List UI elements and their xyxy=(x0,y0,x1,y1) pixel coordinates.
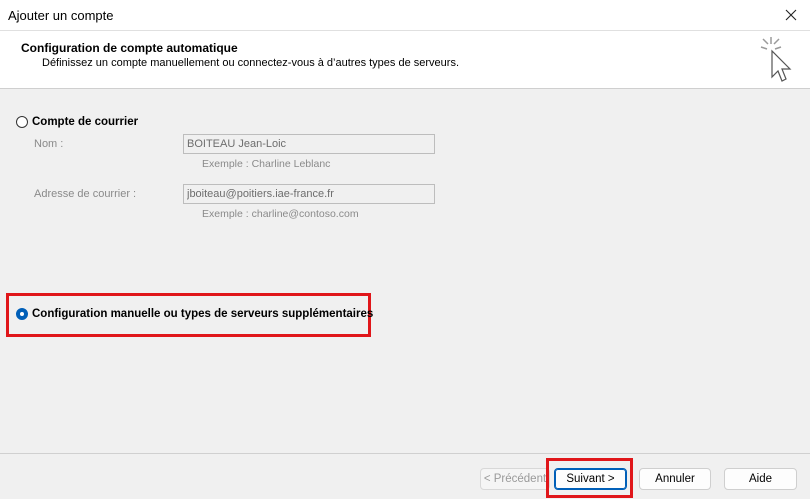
title-bar: Ajouter un compte xyxy=(0,0,810,31)
name-label: Nom : xyxy=(34,138,64,150)
header-title: Configuration de compte automatique xyxy=(21,41,238,55)
dialog-header: Configuration de compte automatique Défi… xyxy=(0,31,810,89)
email-account-option[interactable]: Compte de courrier xyxy=(16,116,138,128)
manual-config-label: Configuration manuelle ou types de serve… xyxy=(32,308,374,320)
close-button[interactable] xyxy=(778,3,804,27)
name-field[interactable] xyxy=(183,134,435,154)
email-label: Adresse de courrier : xyxy=(34,188,137,200)
email-example: Exemple : charline@contoso.com xyxy=(202,208,359,220)
manual-config-option[interactable]: Configuration manuelle ou types de serve… xyxy=(16,308,373,320)
header-subtitle: Définissez un compte manuellement ou con… xyxy=(42,57,459,69)
footer-divider xyxy=(0,453,810,454)
email-account-radio[interactable] xyxy=(16,116,28,128)
email-field[interactable] xyxy=(183,184,435,204)
help-button[interactable]: Aide xyxy=(724,468,797,490)
email-account-label: Compte de courrier xyxy=(32,116,139,128)
manual-config-radio[interactable] xyxy=(16,308,28,320)
name-example: Exemple : Charline Leblanc xyxy=(202,158,331,170)
cancel-button[interactable]: Annuler xyxy=(639,468,711,490)
next-button[interactable]: Suivant > xyxy=(554,468,627,490)
window-title: Ajouter un compte xyxy=(8,8,114,23)
back-button[interactable]: < Précédent xyxy=(480,468,550,490)
wizard-cursor-icon xyxy=(760,37,792,82)
close-icon xyxy=(785,9,797,21)
